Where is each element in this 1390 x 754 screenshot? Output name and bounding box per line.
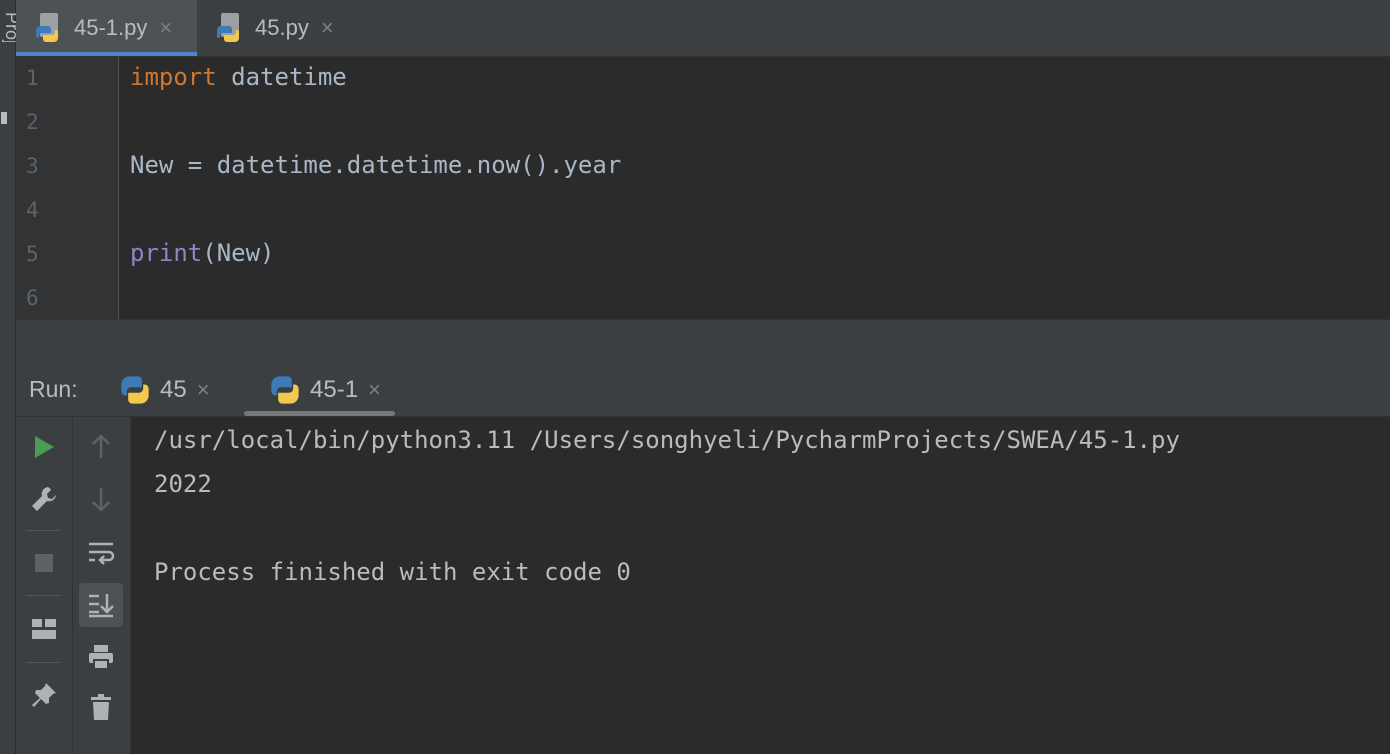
tab-label: 45.py bbox=[255, 15, 309, 40]
run-tab-label: 45-1 bbox=[310, 376, 359, 403]
pin-icon bbox=[32, 683, 56, 707]
line-number: 4 bbox=[26, 198, 39, 222]
console-line: Process finished with exit code 0 bbox=[154, 558, 631, 586]
pin-tab-button[interactable] bbox=[22, 673, 66, 717]
run-label: Run: bbox=[29, 376, 78, 402]
code-token: (New) bbox=[202, 239, 275, 267]
previous-occurrence-button[interactable] bbox=[79, 425, 123, 469]
print-icon bbox=[89, 645, 113, 670]
close-tab-icon[interactable]: × bbox=[321, 15, 334, 41]
python-icon bbox=[121, 376, 149, 404]
console-line: 2022 bbox=[154, 470, 212, 498]
close-tab-icon[interactable]: × bbox=[159, 15, 172, 41]
code-line-3[interactable]: New = datetime.datetime.now().year bbox=[130, 151, 621, 179]
project-tool-strip[interactable]: Project bbox=[0, 0, 22, 754]
keyword-token: import bbox=[130, 63, 217, 91]
run-tab-label: 45 bbox=[160, 376, 187, 403]
arrow-up-icon bbox=[92, 434, 110, 458]
soft-wrap-button[interactable] bbox=[79, 531, 123, 575]
python-file-icon bbox=[36, 13, 64, 43]
rerun-button[interactable] bbox=[22, 425, 66, 469]
restore-layout-button[interactable] bbox=[22, 607, 66, 651]
edit-configuration-button[interactable] bbox=[22, 477, 66, 521]
python-file-icon bbox=[217, 13, 245, 43]
run-tool-header: Run: 45 × 45-1 × bbox=[16, 364, 1390, 417]
toolbar-separator bbox=[26, 530, 60, 531]
code-line-1[interactable]: import datetime bbox=[130, 63, 347, 91]
run-tab-45[interactable]: 45 × bbox=[120, 364, 210, 416]
editor-tab-bar: 45-1.py × 45.py × bbox=[16, 0, 1390, 57]
rerun-icon bbox=[35, 436, 54, 458]
panel-splitter[interactable] bbox=[16, 319, 1390, 365]
tab-45-py[interactable]: 45.py × bbox=[197, 0, 377, 56]
wrench-icon bbox=[32, 487, 56, 511]
code-editor[interactable]: 1 2 3 4 5 6 import datetime New = dateti… bbox=[16, 57, 1390, 319]
close-run-tab-icon[interactable]: × bbox=[368, 377, 381, 403]
clear-all-button[interactable] bbox=[79, 685, 123, 729]
line-number-gutter: 1 2 3 4 5 6 bbox=[16, 57, 118, 319]
run-tab-45-1[interactable]: 45-1 × bbox=[244, 364, 395, 416]
line-number: 3 bbox=[26, 154, 39, 178]
python-icon bbox=[271, 376, 299, 404]
run-toolbar-secondary bbox=[73, 417, 131, 754]
tab-45-1-py[interactable]: 45-1.py × bbox=[16, 0, 197, 56]
line-number: 5 bbox=[26, 242, 39, 266]
stop-button[interactable] bbox=[22, 541, 66, 585]
code-token: datetime bbox=[216, 63, 347, 91]
soft-wrap-icon bbox=[89, 542, 115, 565]
toolbar-separator bbox=[26, 595, 60, 596]
arrow-down-icon bbox=[92, 488, 110, 512]
scroll-to-end-button[interactable] bbox=[79, 583, 123, 627]
stop-icon bbox=[35, 554, 53, 572]
project-tool-marker bbox=[1, 112, 7, 124]
layout-icon bbox=[32, 619, 56, 639]
trash-icon bbox=[91, 694, 111, 720]
close-run-tab-icon[interactable]: × bbox=[197, 377, 210, 403]
tab-label: 45-1.py bbox=[74, 15, 148, 40]
console-line: /usr/local/bin/python3.11 /Users/songhye… bbox=[154, 426, 1180, 454]
line-number: 1 bbox=[26, 66, 39, 90]
scroll-to-end-icon bbox=[89, 594, 114, 618]
builtin-token: print bbox=[130, 239, 203, 267]
line-number: 2 bbox=[26, 110, 39, 134]
gutter-divider bbox=[118, 57, 119, 319]
toolbar-separator bbox=[26, 662, 60, 663]
next-occurrence-button[interactable] bbox=[79, 477, 123, 521]
console-output[interactable]: /usr/local/bin/python3.11 /Users/songhye… bbox=[131, 417, 1390, 754]
print-button[interactable] bbox=[79, 635, 123, 679]
line-number: 6 bbox=[26, 286, 39, 310]
code-line-5[interactable]: print(New) bbox=[130, 239, 275, 267]
run-toolbar-primary bbox=[16, 417, 73, 754]
